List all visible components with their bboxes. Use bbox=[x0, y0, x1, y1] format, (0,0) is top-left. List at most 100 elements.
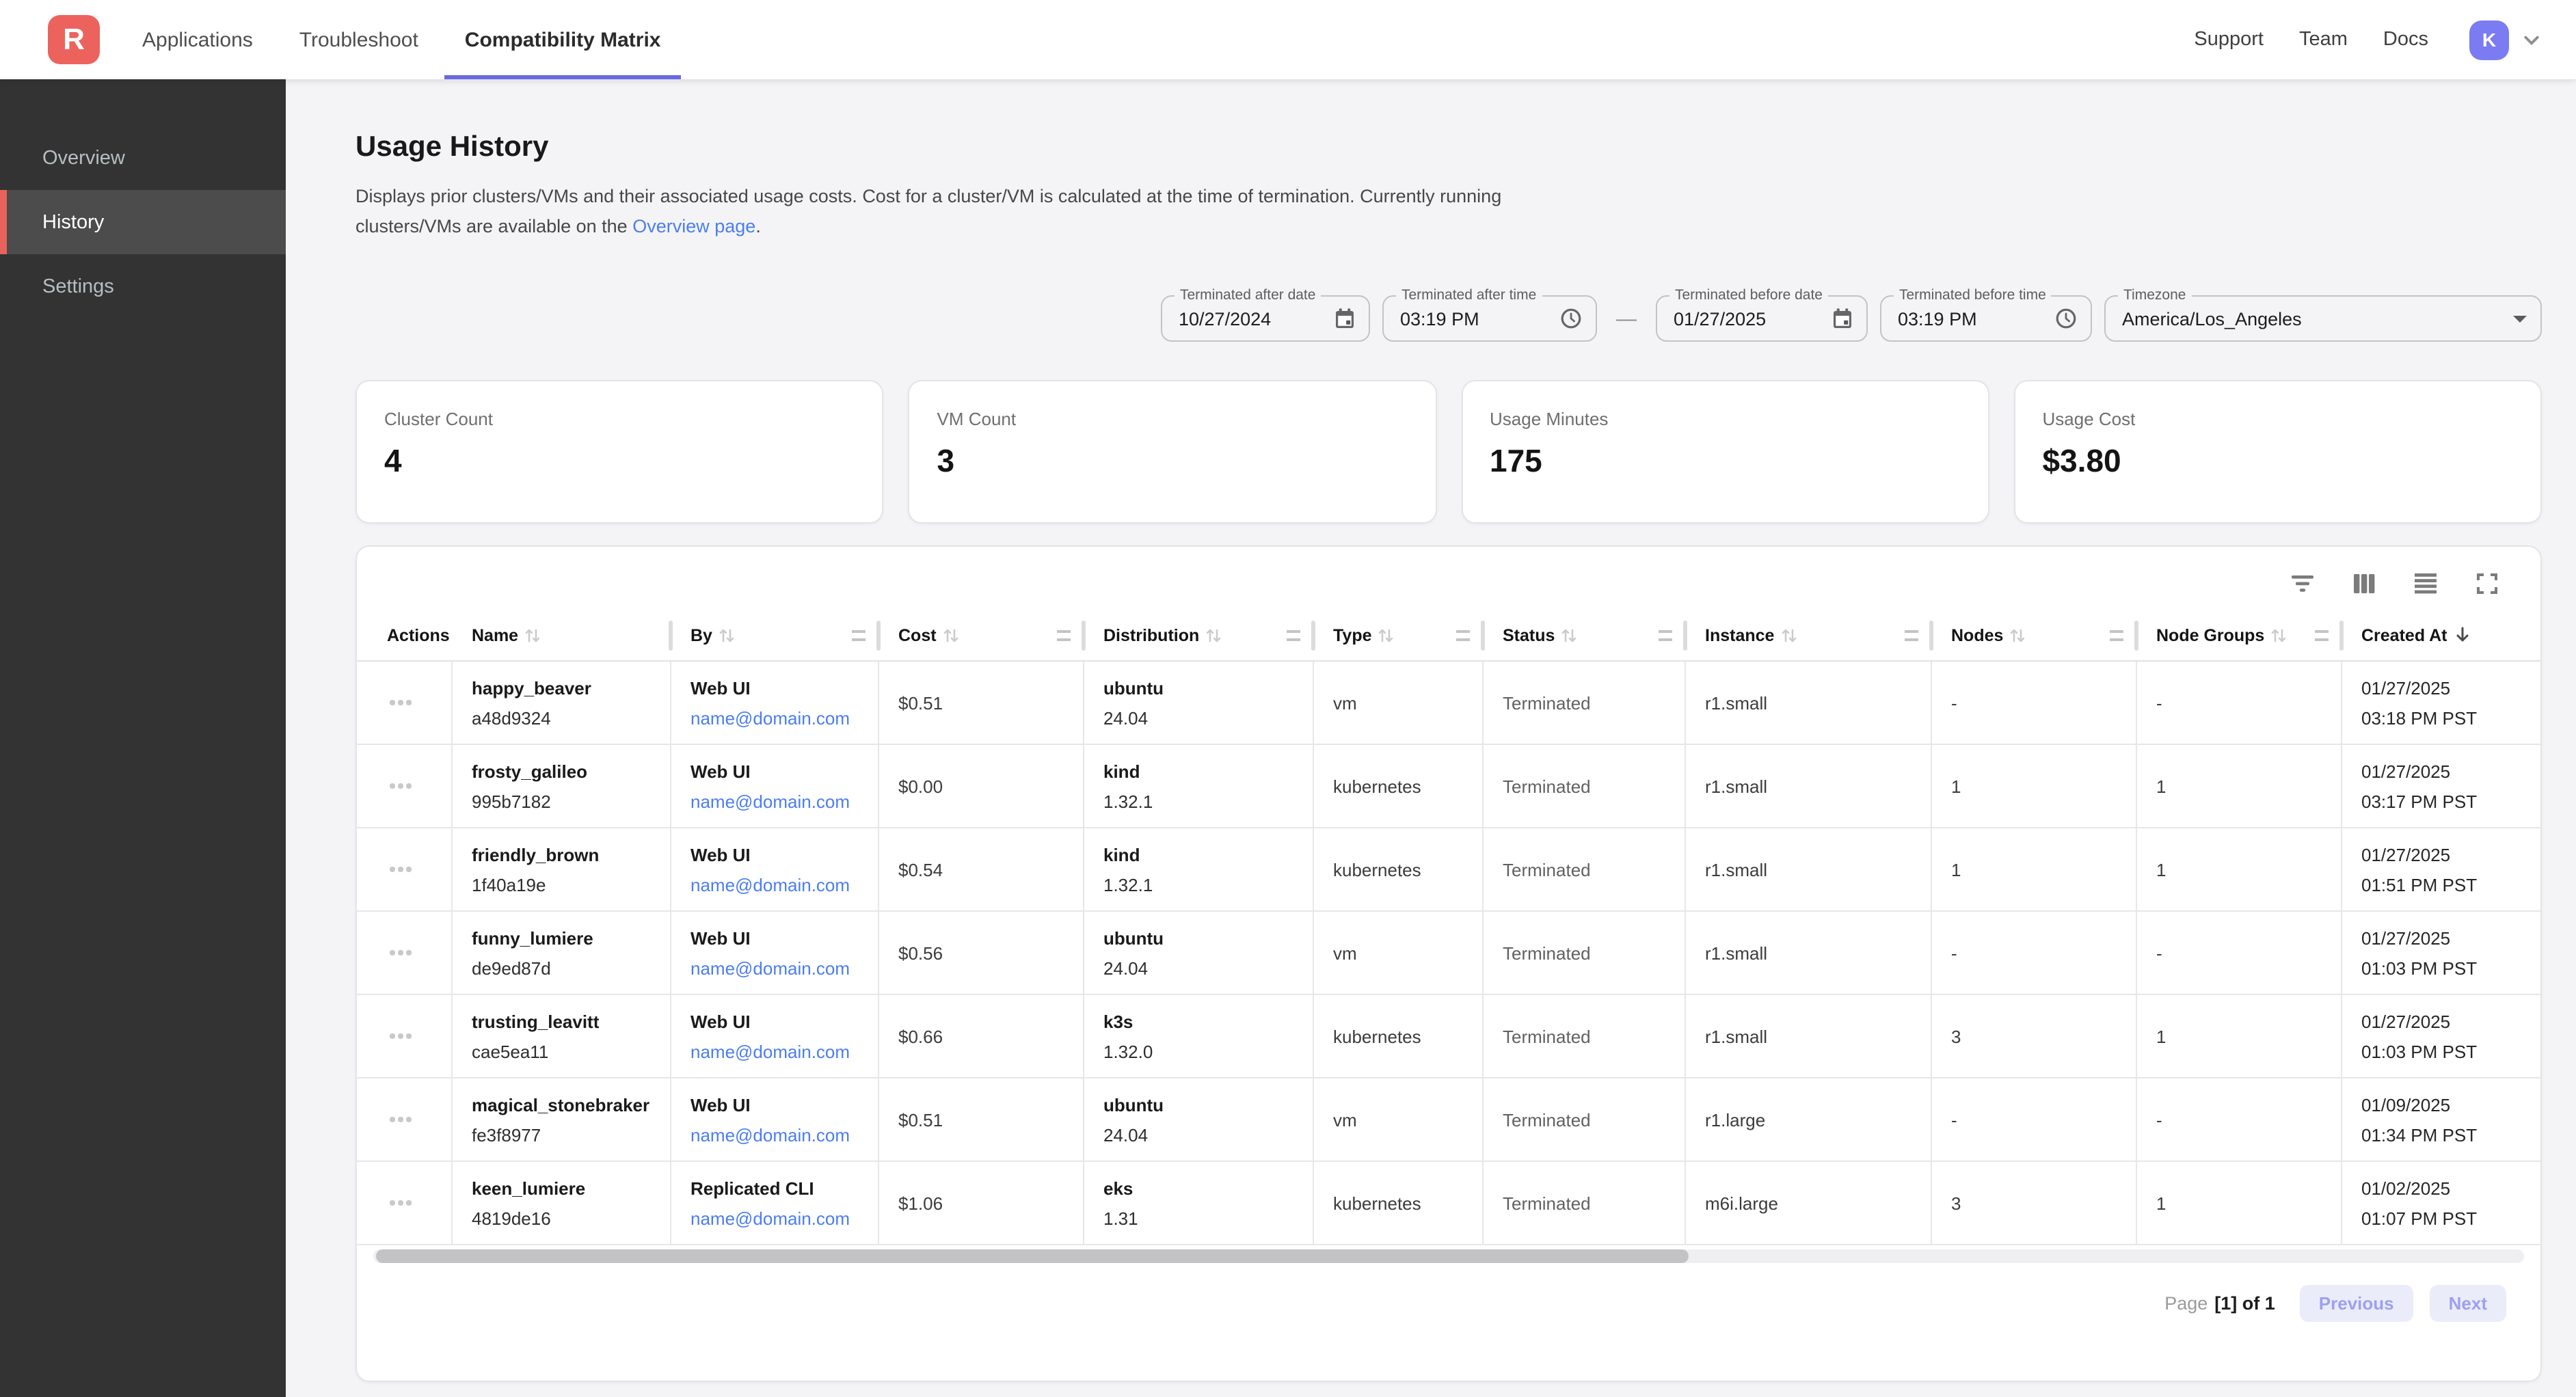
sidebar-item-settings[interactable]: Settings bbox=[0, 254, 286, 318]
calendar-icon[interactable] bbox=[1334, 308, 1355, 329]
tab-troubleshoot[interactable]: Troubleshoot bbox=[279, 0, 439, 79]
cell-by: Web UIname@domain.com bbox=[671, 662, 879, 744]
primary-tabs: Applications Troubleshoot Compatibility … bbox=[116, 0, 682, 79]
cell-distribution: ubuntu24.04 bbox=[1084, 912, 1314, 994]
nav-right-section: Support Team Docs K bbox=[2194, 20, 2576, 59]
row-actions-button[interactable] bbox=[384, 1195, 416, 1211]
cell-node_groups: 1 bbox=[2137, 995, 2342, 1077]
stat-card-cluster-count: Cluster Count 4 bbox=[355, 380, 884, 524]
type-value: kubernetes bbox=[1333, 1193, 1482, 1213]
column-menu-icon[interactable] bbox=[1287, 629, 1300, 640]
filter-icon[interactable] bbox=[2287, 570, 2318, 597]
field-value: 01/27/2025 bbox=[1674, 308, 1821, 329]
column-header-type[interactable]: Type bbox=[1314, 610, 1484, 660]
terminated-after-time-field[interactable]: Terminated after time 03:19 PM bbox=[1382, 295, 1597, 342]
sidebar-item-overview[interactable]: Overview bbox=[0, 126, 286, 190]
by-email-link[interactable]: name@domain.com bbox=[690, 1124, 878, 1145]
next-page-button[interactable]: Next bbox=[2430, 1285, 2506, 1322]
column-header-node_groups[interactable]: Node Groups bbox=[2137, 610, 2342, 660]
cost-value: $0.51 bbox=[898, 1109, 1083, 1130]
clock-icon[interactable] bbox=[1560, 308, 1582, 329]
nav-link-team[interactable]: Team bbox=[2299, 29, 2348, 51]
by-email-link[interactable]: name@domain.com bbox=[690, 958, 878, 978]
name-secondary: 995b7182 bbox=[472, 791, 670, 811]
by-email-link[interactable]: name@domain.com bbox=[690, 874, 878, 895]
column-menu-icon[interactable] bbox=[2315, 629, 2329, 640]
column-header-created[interactable]: Created At bbox=[2342, 610, 2542, 660]
density-icon[interactable] bbox=[2411, 569, 2441, 599]
column-header-nodes[interactable]: Nodes bbox=[1932, 610, 2137, 660]
row-actions-button[interactable] bbox=[384, 1029, 416, 1044]
clock-icon[interactable] bbox=[2055, 308, 2077, 329]
column-menu-icon[interactable] bbox=[852, 629, 866, 640]
avatar[interactable]: K bbox=[2469, 20, 2509, 59]
column-header-label: Distribution bbox=[1103, 625, 1199, 645]
nodes-value: - bbox=[1951, 942, 2136, 963]
cell-created-at: 01/27/202501:03 PM PST bbox=[2342, 912, 2542, 994]
column-header-distribution[interactable]: Distribution bbox=[1084, 610, 1314, 660]
name-secondary: a48d9324 bbox=[472, 707, 670, 728]
column-menu-icon[interactable] bbox=[2110, 629, 2123, 640]
column-header-by[interactable]: By bbox=[671, 610, 879, 660]
cost-value: $0.51 bbox=[898, 692, 1083, 713]
row-actions-button[interactable] bbox=[384, 862, 416, 878]
overview-page-link[interactable]: Overview page bbox=[632, 215, 755, 236]
tab-applications[interactable]: Applications bbox=[122, 0, 273, 79]
terminated-before-date-field[interactable]: Terminated before date 01/27/2025 bbox=[1656, 295, 1868, 342]
tab-compatibility-matrix[interactable]: Compatibility Matrix bbox=[444, 0, 682, 79]
column-header-name[interactable]: Name bbox=[453, 610, 671, 660]
by-email-link[interactable]: name@domain.com bbox=[690, 1041, 878, 1061]
table-row: magical_stonebrakerfe3f8977Web UIname@do… bbox=[357, 1079, 2540, 1162]
cell-type: vm bbox=[1314, 912, 1484, 994]
field-label: Timezone bbox=[2118, 287, 2191, 303]
distribution-secondary: 24.04 bbox=[1103, 707, 1313, 728]
cell-nodes: - bbox=[1932, 662, 2137, 744]
distribution-primary: kind bbox=[1103, 761, 1313, 781]
name-primary: funny_lumiere bbox=[472, 927, 670, 948]
by-source: Web UI bbox=[690, 761, 878, 781]
horizontal-scrollbar-thumb[interactable] bbox=[376, 1249, 1688, 1263]
row-actions-button[interactable] bbox=[384, 695, 416, 711]
brand-logo[interactable]: R bbox=[48, 15, 100, 64]
cell-name: magical_stonebrakerfe3f8977 bbox=[453, 1079, 671, 1161]
by-source: Replicated CLI bbox=[690, 1178, 878, 1198]
column-menu-icon[interactable] bbox=[1659, 629, 1672, 640]
columns-icon[interactable] bbox=[2349, 569, 2379, 599]
column-menu-icon[interactable] bbox=[1057, 629, 1071, 640]
by-email-link[interactable]: name@domain.com bbox=[690, 707, 878, 728]
column-header-cost[interactable]: Cost bbox=[879, 610, 1084, 660]
cell-instance: r1.small bbox=[1686, 745, 1932, 827]
fullscreen-icon[interactable] bbox=[2472, 569, 2502, 599]
column-menu-icon[interactable] bbox=[1905, 629, 1918, 640]
cell-node_groups: 1 bbox=[2137, 828, 2342, 910]
nav-link-docs[interactable]: Docs bbox=[2383, 29, 2428, 51]
cell-actions bbox=[357, 828, 453, 910]
sidebar-item-history[interactable]: History bbox=[0, 190, 286, 254]
column-header-instance[interactable]: Instance bbox=[1686, 610, 1932, 660]
previous-page-button[interactable]: Previous bbox=[2300, 1285, 2413, 1322]
cell-instance: r1.small bbox=[1686, 912, 1932, 994]
cell-cost: $0.51 bbox=[879, 1079, 1084, 1161]
page-info: [1] of 1 bbox=[2214, 1293, 2275, 1314]
nav-link-support[interactable]: Support bbox=[2194, 29, 2264, 51]
status-value: Terminated bbox=[1503, 692, 1685, 713]
sort-desc-icon bbox=[2454, 626, 2471, 644]
status-value: Terminated bbox=[1503, 1109, 1685, 1130]
timezone-select[interactable]: Timezone America/Los_Angeles bbox=[2104, 295, 2542, 342]
terminated-before-time-field[interactable]: Terminated before time 03:19 PM bbox=[1880, 295, 2092, 342]
chevron-down-icon[interactable] bbox=[2523, 31, 2540, 49]
by-email-link[interactable]: name@domain.com bbox=[690, 1208, 878, 1228]
cell-node_groups: - bbox=[2137, 912, 2342, 994]
column-menu-icon[interactable] bbox=[1456, 629, 1470, 640]
row-actions-button[interactable] bbox=[384, 778, 416, 794]
terminated-after-date-field[interactable]: Terminated after date 10/27/2024 bbox=[1161, 295, 1370, 342]
column-header-status[interactable]: Status bbox=[1484, 610, 1686, 660]
cell-instance: r1.large bbox=[1686, 1079, 1932, 1161]
filter-bar: Terminated after date 10/27/2024 Termina… bbox=[355, 295, 2542, 342]
row-actions-button[interactable] bbox=[384, 945, 416, 961]
row-actions-button[interactable] bbox=[384, 1112, 416, 1128]
calendar-icon[interactable] bbox=[1832, 308, 1853, 329]
by-email-link[interactable]: name@domain.com bbox=[690, 791, 878, 811]
cell-name: friendly_brown1f40a19e bbox=[453, 828, 671, 910]
cell-type: kubernetes bbox=[1314, 995, 1484, 1077]
